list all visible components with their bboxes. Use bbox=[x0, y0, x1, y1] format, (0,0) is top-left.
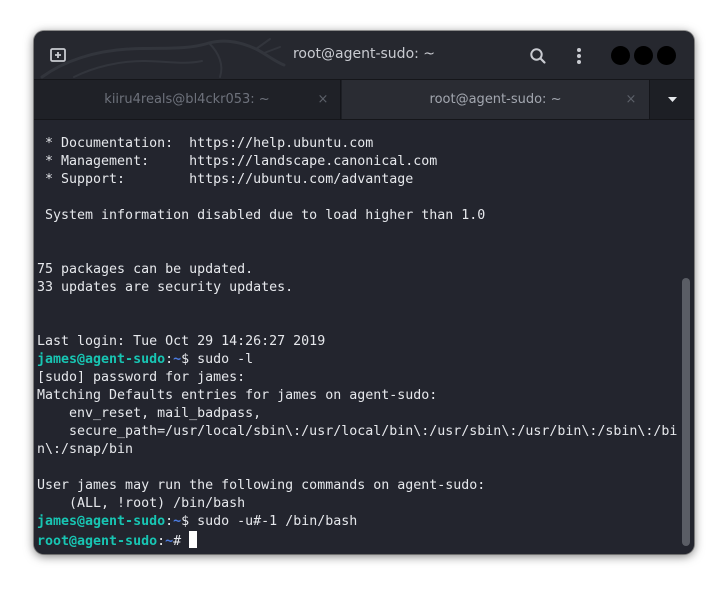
prompt-path: ~ bbox=[173, 514, 182, 529]
terminal-line: Matching Defaults entries for james on a… bbox=[37, 387, 677, 405]
terminal-text-segment: secure_path=/usr/local/sbin\:/usr/local/… bbox=[37, 424, 678, 439]
terminal-line: System information disabled due to load … bbox=[37, 207, 677, 225]
terminal-text-segment: System information disabled due to load … bbox=[37, 208, 486, 223]
terminal-line: User james may run the following command… bbox=[37, 477, 677, 495]
terminal-cursor bbox=[189, 531, 198, 548]
search-icon bbox=[530, 48, 546, 64]
terminal-line: Last login: Tue Oct 29 14:26:27 2019 bbox=[37, 333, 677, 351]
search-button[interactable] bbox=[528, 46, 548, 66]
prompt-user: james@agent-sudo bbox=[37, 514, 166, 529]
terminal-text-segment: (ALL, !root) /bin/bash bbox=[37, 496, 246, 511]
terminal-line: * Documentation: https://help.ubuntu.com bbox=[37, 135, 677, 153]
terminal-text-segment: * Support: https://ubuntu.com/advantage bbox=[37, 172, 414, 187]
terminal-text-segment: * Documentation: https://help.ubuntu.com bbox=[37, 136, 374, 151]
terminal-line: root@agent-sudo:~# bbox=[37, 531, 677, 549]
minimize-button[interactable] bbox=[611, 46, 630, 65]
terminal-text-segment: Matching Defaults entries for james on a… bbox=[37, 388, 438, 403]
terminal-line: n\:/snap/bin bbox=[37, 441, 677, 459]
terminal-line: * Management: https://landscape.canonica… bbox=[37, 153, 677, 171]
terminal-text-segment: [sudo] password for james: bbox=[37, 370, 246, 385]
terminal-line: env_reset, mail_badpass, bbox=[37, 405, 677, 423]
scrollbar[interactable] bbox=[678, 120, 694, 554]
window-title: root@agent-sudo: ~ bbox=[292, 46, 436, 62]
vertical-dots-menu-icon bbox=[577, 48, 581, 64]
terminal-text-segment: 33 updates are security updates. bbox=[37, 280, 294, 295]
terminal-line: secure_path=/usr/local/sbin\:/usr/local/… bbox=[37, 423, 677, 441]
prompt-user: james@agent-sudo bbox=[37, 352, 166, 367]
terminal-line: 33 updates are security updates. bbox=[37, 279, 677, 297]
terminal-text-segment: : bbox=[157, 534, 166, 549]
tab-close-button[interactable]: × bbox=[623, 80, 639, 119]
terminal-text-segment: 75 packages can be updated. bbox=[37, 262, 254, 277]
terminal-line: [sudo] password for james: bbox=[37, 369, 677, 387]
title-bar[interactable]: root@agent-sudo: ~ bbox=[34, 31, 694, 79]
maximize-button[interactable] bbox=[634, 46, 653, 65]
tabs-dropdown-button[interactable] bbox=[651, 80, 694, 119]
scrollbar-thumb[interactable] bbox=[682, 278, 690, 546]
tab-bar: kiiru4reals@bl4ckr053: ~ × root@agent-su… bbox=[34, 79, 694, 120]
terminal-line: (ALL, !root) /bin/bash bbox=[37, 495, 677, 513]
terminal-line: 75 packages can be updated. bbox=[37, 261, 677, 279]
prompt-user: root@agent-sudo bbox=[37, 534, 158, 549]
terminal-text-segment: User james may run the following command… bbox=[37, 478, 486, 493]
terminal-line: james@agent-sudo:~$ sudo -u#-1 /bin/bash bbox=[37, 513, 677, 531]
terminal-text: * Documentation: https://help.ubuntu.com… bbox=[37, 135, 677, 549]
tab-kiiru4reals[interactable]: kiiru4reals@bl4ckr053: ~ × bbox=[34, 80, 341, 119]
hamburger-menu-button[interactable] bbox=[569, 46, 589, 66]
terminal-text-segment: : bbox=[165, 352, 174, 367]
caret-down-icon bbox=[668, 97, 677, 102]
terminal-text-segment: $ sudo -u#-1 /bin/bash bbox=[181, 514, 358, 529]
terminal-output[interactable]: * Documentation: https://help.ubuntu.com… bbox=[34, 120, 678, 554]
prompt-path: ~ bbox=[173, 352, 182, 367]
terminal-text-segment: * Management: https://landscape.canonica… bbox=[37, 154, 438, 169]
terminal-text-segment: : bbox=[165, 514, 174, 529]
tab-label: root@agent-sudo: ~ bbox=[429, 92, 562, 107]
close-button[interactable] bbox=[657, 46, 676, 65]
terminal-text-segment: env_reset, mail_badpass, bbox=[37, 406, 262, 421]
tab-close-button[interactable]: × bbox=[315, 80, 331, 119]
tab-root-agent-sudo[interactable]: root@agent-sudo: ~ × bbox=[342, 80, 650, 119]
prompt-path: ~ bbox=[165, 534, 174, 549]
terminal-line: james@agent-sudo:~$ sudo -l bbox=[37, 351, 677, 369]
terminal-text-segment: $ sudo -l bbox=[181, 352, 254, 367]
terminal-window: root@agent-sudo: ~ kiiru4reals@bl4ckr053… bbox=[34, 31, 694, 554]
tab-label: kiiru4reals@bl4ckr053: ~ bbox=[104, 92, 270, 107]
terminal-line: * Support: https://ubuntu.com/advantage bbox=[37, 171, 677, 189]
terminal-text-segment: # bbox=[173, 534, 190, 549]
terminal-text-segment: n\:/snap/bin bbox=[37, 442, 134, 457]
terminal-text-segment: Last login: Tue Oct 29 14:26:27 2019 bbox=[37, 334, 326, 349]
